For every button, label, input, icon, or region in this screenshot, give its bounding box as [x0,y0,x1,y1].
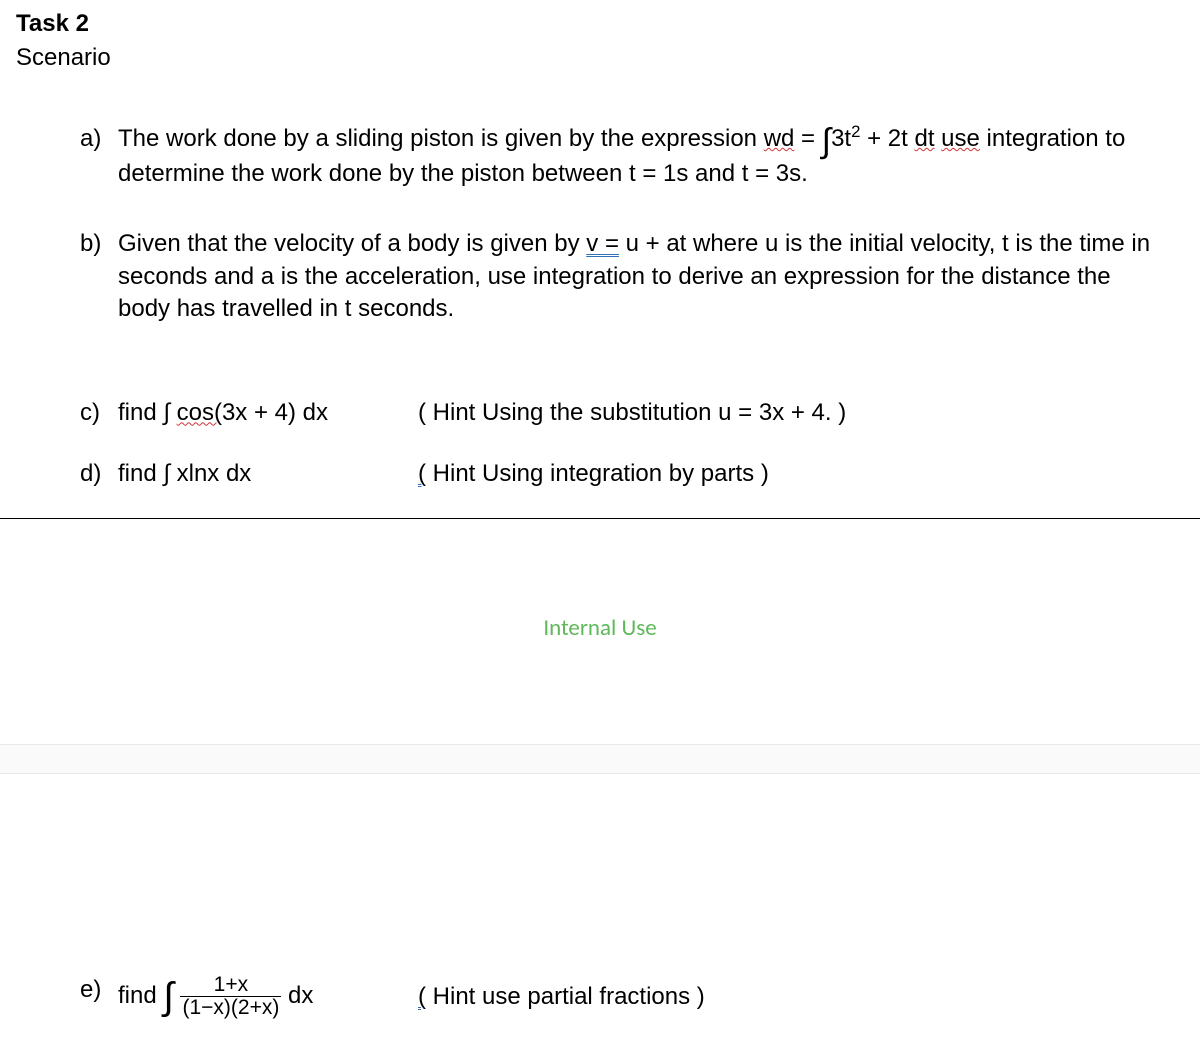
text: dx [281,982,313,1009]
numerator: 1+x [180,974,281,996]
text: find [118,982,163,1009]
item-body: find ∫ cos(3x + 4) dx ( Hint Using the s… [118,397,1184,429]
hint: ( Hint use partial fractions ) [418,981,1168,1013]
text: Hint Using integration by parts ) [426,460,769,487]
item-letter: e) [80,974,118,1019]
question-list: e) find ∫ 1+x (1−x)(2+x) dx ( Hint use p… [16,974,1184,1019]
question-a: a) The work done by a sliding piston is … [80,123,1184,190]
item-body: find ∫ 1+x (1−x)(2+x) dx ( Hint use part… [118,974,1184,1019]
denominator: (1−x)(2+x) [180,996,281,1019]
squiggly-dt: dt [914,125,934,152]
expression: find ∫ 1+x (1−x)(2+x) dx [118,974,418,1019]
question-d: d) find ∫ xlnx dx ( Hint Using integrati… [80,458,1184,490]
squiggly-use: use [941,125,980,152]
item-letter: d) [80,458,118,490]
question-c: c) find ∫ cos(3x + 4) dx ( Hint Using th… [80,397,1184,429]
question-e: e) find ∫ 1+x (1−x)(2+x) dx ( Hint use p… [80,974,1184,1019]
text: = [794,125,821,152]
item-body: Given that the velocity of a body is giv… [118,228,1184,325]
expression: find ∫ xlnx dx [118,458,418,490]
dbl-underline-eq: = [605,230,619,257]
internal-use-label: Internal Use [0,519,1200,744]
fraction: 1+x (1−x)(2+x) [180,974,281,1019]
scenario-label: Scenario [16,42,1184,74]
squiggly-wd: wd [764,125,795,152]
item-body: find ∫ xlnx dx ( Hint Using integration … [118,458,1184,490]
text: The work done by a sliding piston is giv… [118,125,764,152]
question-b: b) Given that the velocity of a body is … [80,228,1184,325]
item-letter: a) [80,123,118,190]
text: 3t [831,125,851,152]
text: + 2t [860,125,914,152]
question-list: a) The work done by a sliding piston is … [16,123,1184,490]
text: Hint use partial fractions ) [426,983,705,1010]
hint: ( Hint Using the substitution u = 3x + 4… [418,397,1168,429]
text: find ∫ [118,399,177,426]
separator-strip [0,744,1200,774]
dbl-underline-paren: ( [418,460,426,487]
text: Given that the velocity of a body is giv… [118,230,586,257]
item-letter: b) [80,228,118,325]
hint: ( Hint Using integration by parts ) [418,458,1168,490]
document-page: Task 2 Scenario a) The work done by a sl… [0,0,1200,1044]
text: 3x + 4) dx [222,399,328,426]
dbl-underline-v: v [586,230,605,257]
integral-sign: ∫ [822,124,831,158]
dbl-underline-paren: ( [418,983,426,1010]
task-heading: Task 2 [16,8,1184,40]
item-letter: c) [80,397,118,429]
page-separator: Internal Use [0,518,1200,774]
squiggly-cos: cos( [177,399,222,426]
integral-sign: ∫ [163,978,173,1016]
item-body: The work done by a sliding piston is giv… [118,123,1184,190]
expression: find ∫ cos(3x + 4) dx [118,397,418,429]
